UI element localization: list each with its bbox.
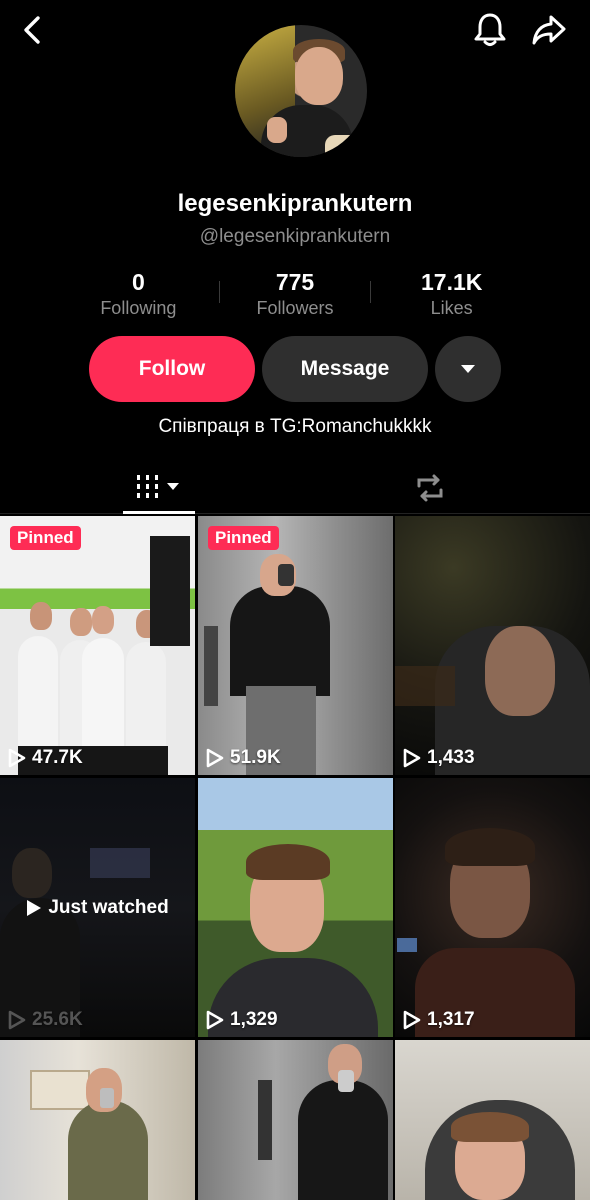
notifications-button[interactable] [468, 8, 512, 52]
pinned-badge: Pinned [208, 526, 279, 550]
stat-label: Following [100, 298, 177, 318]
video-tile[interactable] [0, 1040, 195, 1200]
just-watched-overlay: Just watched [0, 778, 195, 1037]
stat-following[interactable]: 0 Following [60, 268, 217, 320]
play-icon [27, 899, 42, 916]
view-count: 47.7K [8, 747, 83, 769]
username-handle: @legesenkiprankutern [199, 226, 391, 247]
stat-divider [370, 281, 371, 303]
play-icon [206, 1010, 224, 1030]
suggested-accounts-button[interactable] [435, 336, 501, 402]
stat-value: 0 [131, 269, 145, 295]
video-tile[interactable]: 1,433 [395, 516, 590, 775]
content-tabs [0, 460, 590, 514]
view-count-text: 47.7K [32, 747, 83, 768]
back-icon [24, 16, 40, 44]
avatar[interactable] [235, 25, 367, 157]
video-tile[interactable]: 1,329 [198, 778, 393, 1037]
view-count-text: 25.6K [32, 1009, 83, 1030]
play-icon [403, 748, 421, 768]
video-tile[interactable]: Pinned 51.9K [198, 516, 393, 775]
play-icon [206, 748, 224, 768]
view-count: 1,329 [206, 1009, 278, 1031]
view-count-text: 51.9K [230, 747, 281, 768]
video-tile[interactable] [198, 1040, 393, 1200]
play-icon [8, 748, 26, 768]
view-count: 1,317 [403, 1009, 475, 1031]
share-icon [532, 15, 566, 45]
follow-button[interactable]: Follow [89, 336, 255, 402]
video-tile[interactable]: Just watched 25.6K [0, 778, 195, 1037]
stat-likes[interactable]: 17.1K Likes [373, 268, 530, 320]
view-count: 25.6K [8, 1009, 83, 1031]
view-count-text: 1,317 [427, 1009, 475, 1030]
view-count-text: 1,329 [230, 1009, 278, 1030]
tab-videos[interactable] [123, 460, 195, 514]
stat-followers[interactable]: 775 Followers [217, 268, 374, 320]
stat-value: 775 [275, 269, 315, 295]
bio: Співпраця в TG:Romanchukkkk [158, 416, 432, 437]
back-button[interactable] [12, 10, 52, 50]
chevron-down-icon [461, 365, 475, 373]
tab-reposts[interactable] [406, 468, 454, 508]
stats-row: 0 Following 775 Followers 17.1K Likes [60, 268, 530, 320]
stat-label: Followers [256, 298, 334, 318]
pinned-badge: Pinned [10, 526, 81, 550]
stat-label: Likes [430, 298, 473, 318]
videos-grid-icon [137, 475, 179, 498]
video-tile[interactable]: Pinned 47.7K [0, 516, 195, 775]
just-watched-text: Just watched [48, 896, 169, 918]
view-count-text: 1,433 [427, 747, 475, 768]
stat-value: 17.1K [420, 269, 483, 295]
view-count: 51.9K [206, 747, 281, 769]
bell-icon [474, 13, 506, 46]
repost-icon [417, 474, 443, 502]
message-button[interactable]: Message [262, 336, 428, 402]
active-tab-indicator [123, 511, 195, 514]
video-tile[interactable]: 1,317 [395, 778, 590, 1037]
stat-divider [219, 281, 220, 303]
video-tile[interactable] [395, 1040, 590, 1200]
share-button[interactable] [527, 8, 571, 52]
play-icon [8, 1010, 26, 1030]
view-count: 1,433 [403, 747, 475, 769]
display-name: legesenkiprankutern [177, 190, 413, 217]
play-icon [403, 1010, 421, 1030]
